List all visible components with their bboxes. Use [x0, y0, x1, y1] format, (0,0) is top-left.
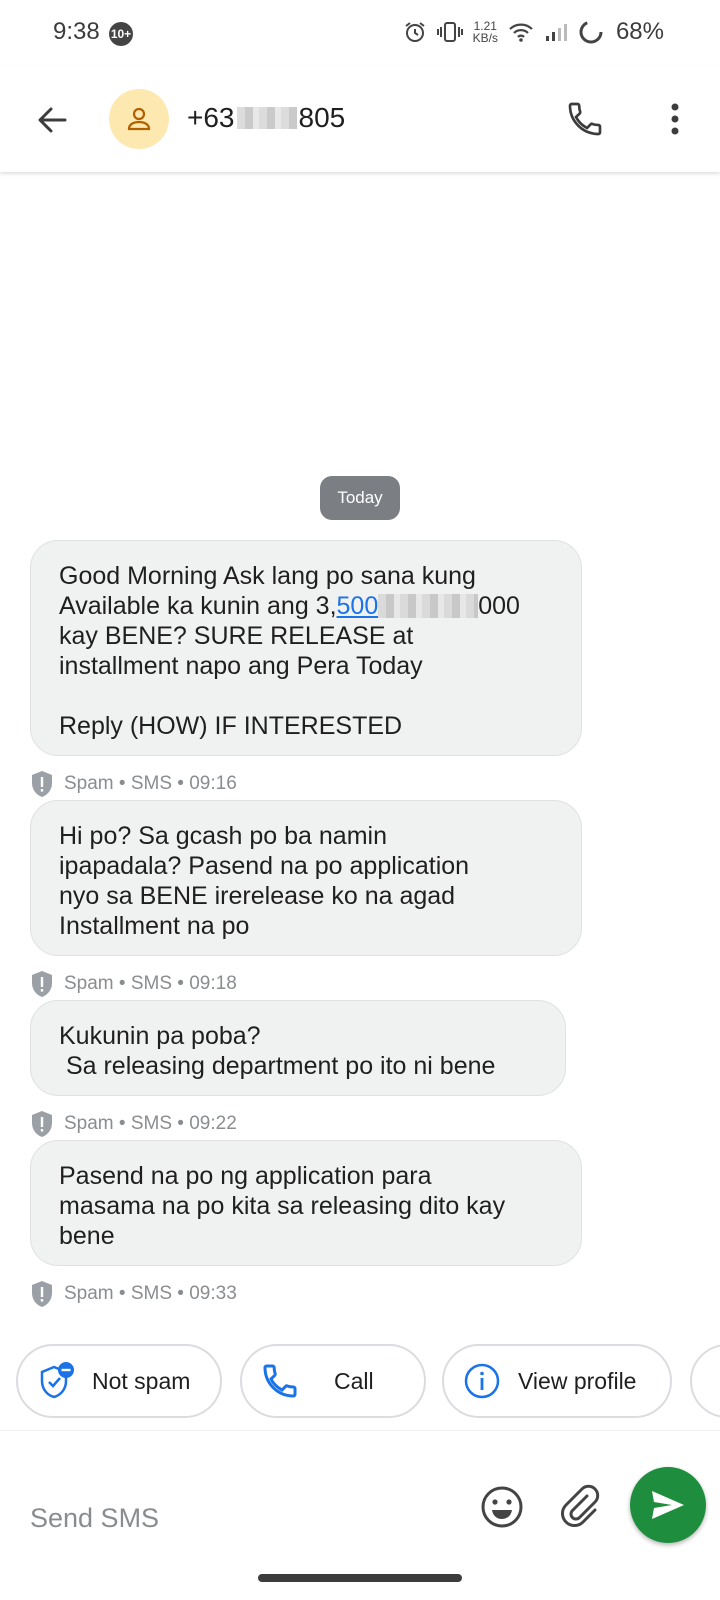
vibrate-icon	[436, 22, 463, 42]
back-button[interactable]	[28, 96, 76, 144]
view-profile-label: View profile	[518, 1367, 637, 1394]
spam-shield-icon	[32, 1111, 52, 1137]
phone-number-link[interactable]: 500	[337, 592, 379, 620]
alarm-icon	[405, 22, 425, 42]
avatar[interactable]	[109, 89, 169, 149]
more-options-button[interactable]	[650, 94, 700, 144]
message-meta-text: Spam • SMS • 09:18	[64, 973, 237, 994]
view-profile-chip[interactable]: View profile	[442, 1344, 672, 1418]
status-icons: 1.21 KB/s 68%	[403, 18, 664, 46]
message-meta: Spam • SMS • 09:22	[30, 1110, 237, 1138]
call-button[interactable]	[560, 94, 610, 144]
send-icon	[652, 1491, 684, 1519]
message-meta: Spam • SMS • 09:33	[30, 1280, 237, 1308]
message-meta: Spam • SMS • 09:16	[30, 770, 237, 798]
emoji-icon[interactable]	[478, 1483, 526, 1531]
wifi-icon	[509, 23, 533, 42]
send-button[interactable]	[630, 1467, 706, 1543]
network-speed-unit: KB/s	[472, 31, 498, 45]
not-spam-label: Not spam	[92, 1367, 191, 1394]
more-vert-icon	[671, 103, 679, 135]
redacted-digits	[236, 107, 297, 129]
home-indicator[interactable]	[258, 1574, 462, 1582]
more-suggestion-chip[interactable]	[690, 1344, 720, 1418]
message-meta-text: Spam • SMS • 09:22	[64, 1113, 237, 1134]
status-bar: 9:38 10+ 1.21 KB/s 68%	[0, 0, 720, 66]
spam-shield-icon	[32, 1281, 52, 1307]
phone-icon	[568, 102, 602, 136]
notification-count-badge: 10+	[109, 22, 133, 46]
contact-number[interactable]: +63 805	[187, 102, 345, 134]
status-time: 9:38	[53, 18, 100, 45]
spam-shield-icon	[32, 971, 52, 997]
person-icon	[127, 107, 151, 131]
message-input[interactable]: Send SMS	[30, 1503, 159, 1534]
suggestion-chips: Not spam Call View profile	[0, 1344, 720, 1420]
arrow-back-icon	[38, 107, 67, 133]
info-icon	[464, 1363, 500, 1399]
message-meta-text: Spam • SMS • 09:33	[64, 1283, 237, 1304]
compose-bar: Send SMS	[0, 1430, 720, 1570]
message-bubble[interactable]: Hi po? Sa gcash po ba namin ipapadala? P…	[30, 800, 582, 956]
redacted-digits	[378, 594, 479, 618]
attach-icon[interactable]	[556, 1483, 604, 1531]
spam-shield-icon	[32, 771, 52, 797]
network-speed: 1.21 KB/s	[473, 20, 498, 44]
battery-icon	[579, 20, 603, 44]
contact-number-prefix: +63	[187, 102, 235, 133]
message-meta: Spam • SMS • 09:18	[30, 970, 237, 998]
shield-remove-icon	[40, 1362, 74, 1399]
date-chip: Today	[320, 476, 400, 520]
message-bubble[interactable]: Good Morning Ask lang po sana kung Avail…	[30, 540, 582, 756]
message-bubble[interactable]: Kukunin pa poba? Sa releasing department…	[30, 1000, 566, 1096]
contact-number-suffix: 805	[298, 102, 346, 133]
message-meta-text: Spam • SMS • 09:16	[64, 773, 237, 794]
app-bar: +63 805	[0, 66, 720, 172]
call-label: Call	[334, 1367, 374, 1394]
message-bubble[interactable]: Pasend na po ng application para masama …	[30, 1140, 582, 1266]
battery-percent: 68%	[615, 18, 664, 45]
phone-icon	[263, 1364, 297, 1398]
call-chip[interactable]: Call	[240, 1344, 426, 1418]
not-spam-chip[interactable]: Not spam	[16, 1344, 222, 1418]
signal-icon	[545, 24, 567, 41]
